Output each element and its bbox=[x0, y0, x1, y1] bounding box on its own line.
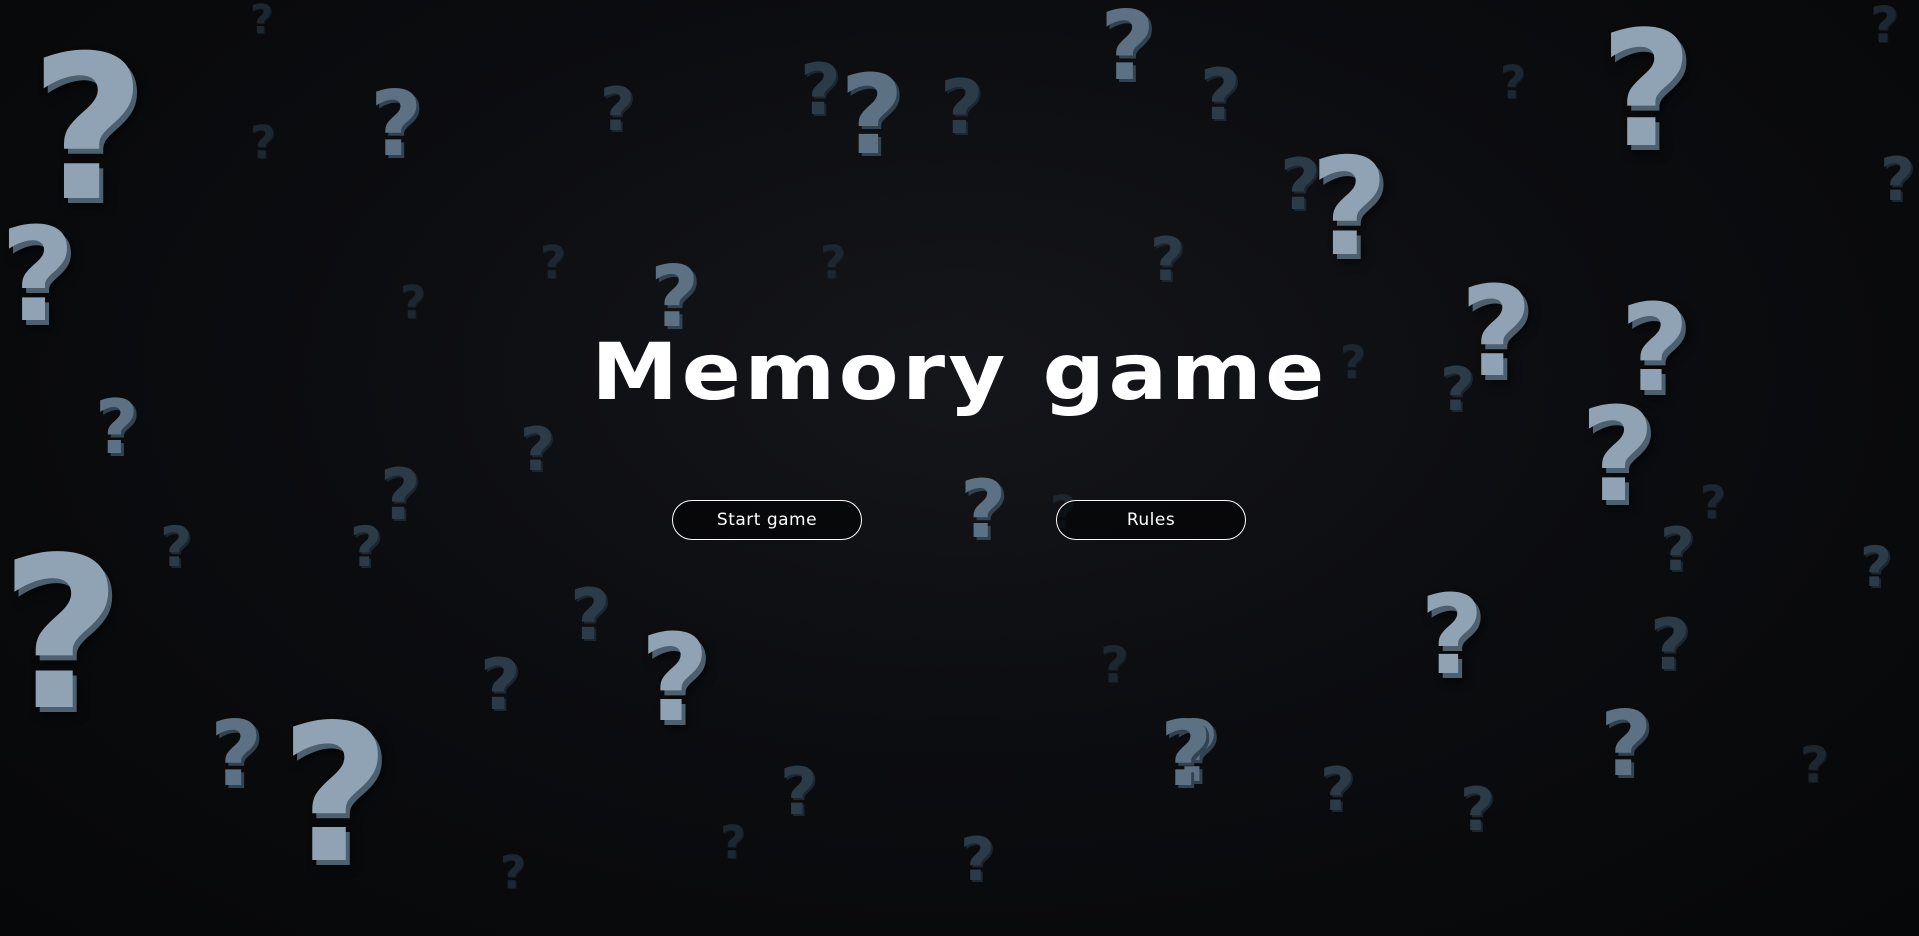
question-mark-icon: ? bbox=[400, 276, 427, 329]
question-mark-icon: ? bbox=[350, 515, 382, 579]
question-mark-icon: ? bbox=[600, 75, 635, 145]
question-mark-icon: ? bbox=[840, 51, 904, 179]
question-mark-icon: ? bbox=[1460, 775, 1495, 845]
question-mark-icon: ? bbox=[1420, 571, 1484, 699]
question-mark-icon: ? bbox=[30, 13, 147, 246]
question-mark-icon: ? bbox=[1100, 0, 1156, 102]
question-mark-icon: ? bbox=[1310, 129, 1389, 286]
question-mark-icon: ? bbox=[370, 72, 423, 177]
question-mark-icon: ? bbox=[0, 512, 122, 757]
question-mark-background: ????????????????????????????????????????… bbox=[0, 0, 1919, 936]
question-mark-icon: ? bbox=[160, 515, 192, 579]
question-mark-icon: ? bbox=[0, 199, 76, 351]
question-mark-icon: ? bbox=[380, 454, 421, 536]
question-mark-icon: ? bbox=[1870, 0, 1900, 54]
question-mark-icon: ? bbox=[1860, 535, 1892, 599]
question-mark-icon: ? bbox=[250, 116, 277, 169]
question-mark-icon: ? bbox=[480, 644, 521, 726]
question-mark-icon: ? bbox=[1500, 56, 1527, 109]
question-mark-icon: ? bbox=[1280, 144, 1321, 226]
question-mark-icon: ? bbox=[280, 684, 391, 905]
question-mark-icon: ? bbox=[500, 846, 527, 899]
question-mark-icon: ? bbox=[520, 415, 555, 485]
question-mark-icon: ? bbox=[540, 236, 567, 289]
question-mark-icon: ? bbox=[1600, 692, 1653, 797]
question-mark-icon: ? bbox=[1880, 145, 1915, 215]
question-mark-icon: ? bbox=[940, 63, 984, 151]
game-title: Memory game bbox=[591, 328, 1328, 418]
question-mark-icon: ? bbox=[1170, 703, 1220, 802]
question-mark-icon: ? bbox=[1320, 755, 1355, 825]
question-mark-icon: ? bbox=[1600, 0, 1693, 183]
question-mark-icon: ? bbox=[1160, 702, 1213, 807]
rules-button[interactable]: Rules bbox=[1056, 500, 1246, 540]
question-mark-icon: ? bbox=[1200, 54, 1241, 136]
game-menu-screen: ????????????????????????????????????????… bbox=[0, 0, 1919, 936]
question-mark-icon: ? bbox=[1700, 476, 1727, 529]
start-game-button[interactable]: Start game bbox=[672, 500, 862, 540]
question-mark-icon: ? bbox=[780, 755, 818, 830]
question-mark-icon: ? bbox=[1800, 736, 1830, 794]
question-mark-icon: ? bbox=[720, 816, 747, 869]
question-mark-icon: ? bbox=[1100, 636, 1130, 694]
question-mark-icon: ? bbox=[640, 610, 710, 749]
question-mark-icon: ? bbox=[800, 49, 841, 131]
question-mark-icon: ? bbox=[570, 574, 611, 656]
question-mark-icon: ? bbox=[820, 236, 847, 289]
question-mark-icon: ? bbox=[1650, 604, 1691, 686]
question-mark-icon: ? bbox=[210, 702, 263, 807]
question-mark-icon: ? bbox=[1150, 225, 1185, 295]
question-mark-icon: ? bbox=[1660, 515, 1695, 585]
question-mark-icon: ? bbox=[250, 0, 274, 43]
question-mark-icon: ? bbox=[960, 825, 995, 895]
question-mark-icon: ? bbox=[960, 463, 1007, 556]
